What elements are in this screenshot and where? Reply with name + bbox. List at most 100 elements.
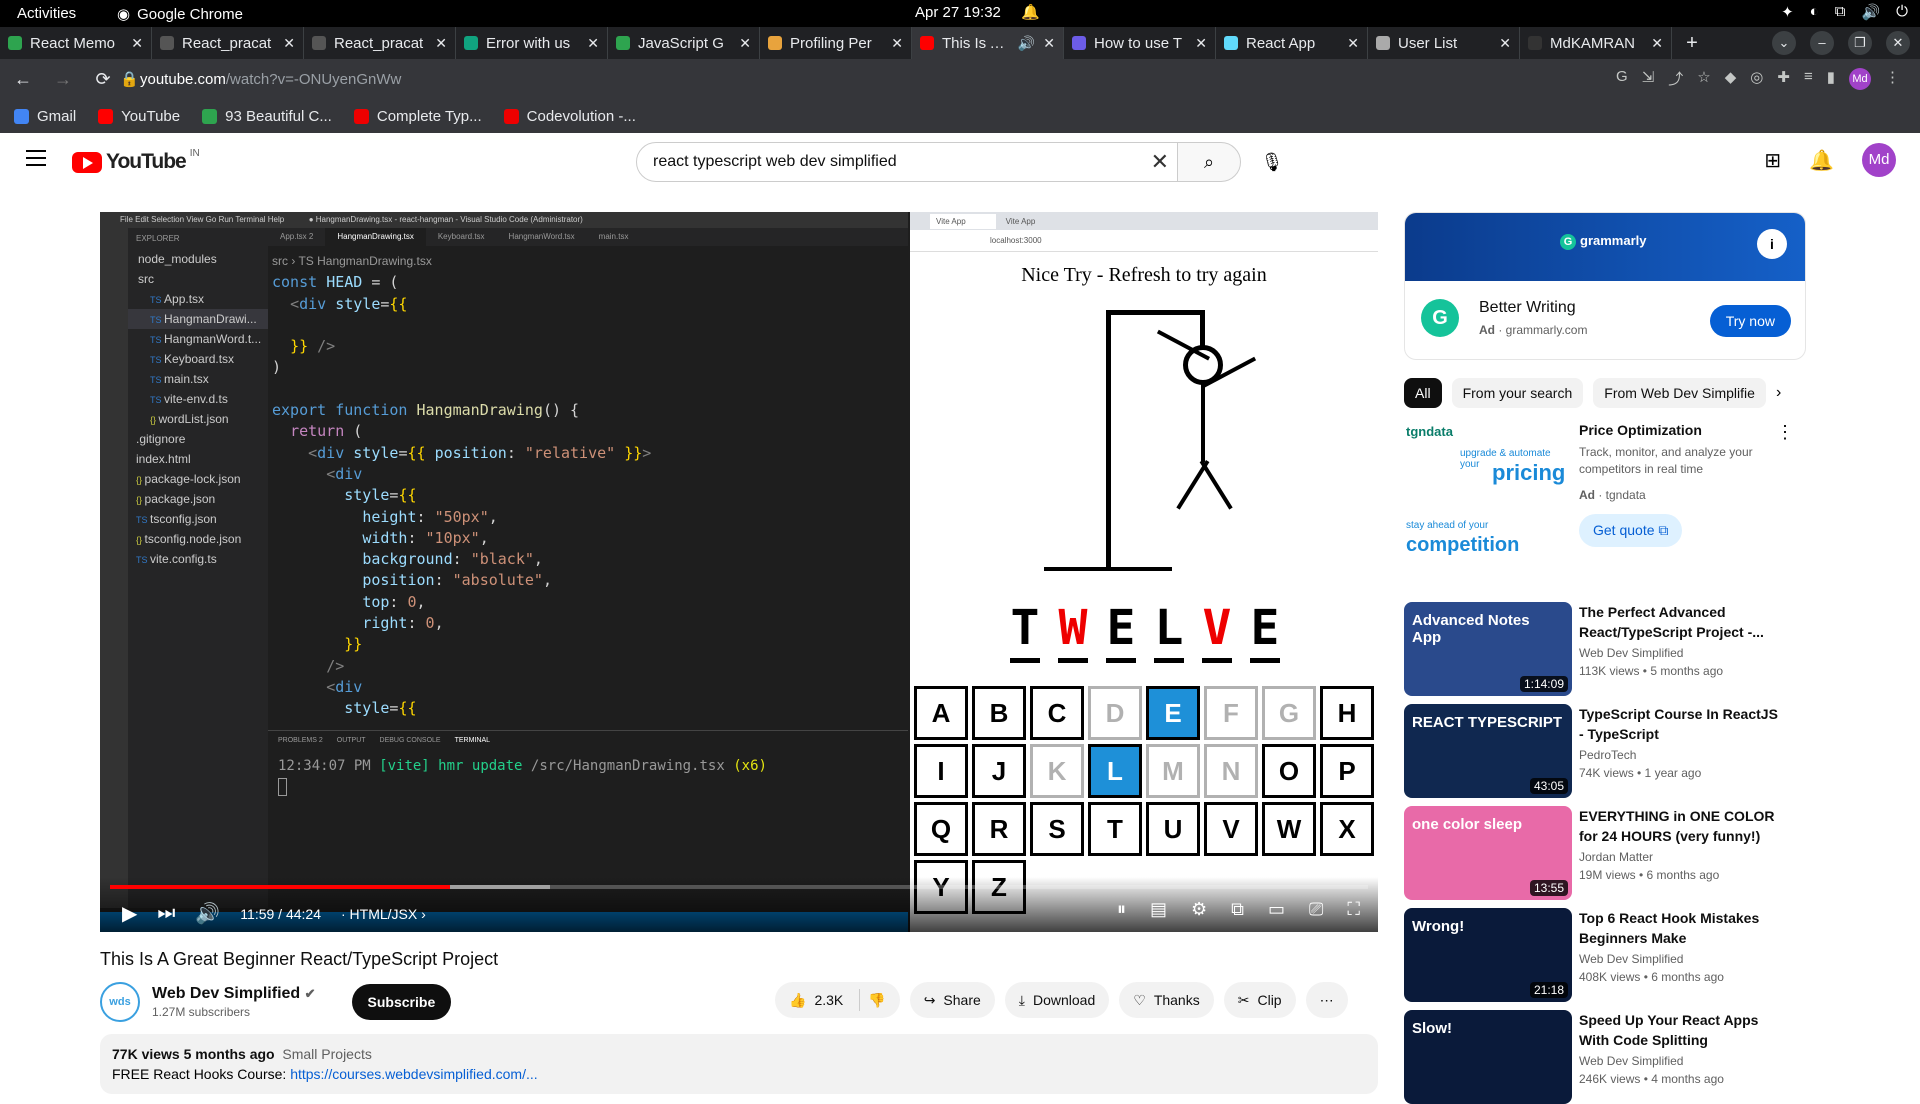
next-icon[interactable]: ⏭	[157, 902, 175, 925]
app-menu[interactable]: ◉ Google Chrome	[117, 5, 243, 24]
filter-chip[interactable]: From your search	[1451, 378, 1584, 408]
minimize-button[interactable]: –	[1810, 31, 1834, 55]
keyboard-key[interactable]: U	[1146, 802, 1200, 856]
video-thumbnail[interactable]: one color sleep 13:55	[1404, 806, 1572, 900]
system-tray[interactable]: ✦ ◐ ⧉ 🔊 ⏻	[1781, 3, 1908, 21]
close-tab-icon[interactable]: ✕	[435, 35, 447, 52]
recommended-video[interactable]: REACT TYPESCRIPT 43:05 TypeScript Course I…	[1404, 704, 1806, 798]
play-icon[interactable]: ▶	[122, 901, 137, 926]
info-icon[interactable]: i	[1757, 229, 1787, 259]
keyboard-key[interactable]: X	[1320, 802, 1374, 856]
bookmark-star-icon[interactable]: ☆	[1697, 68, 1710, 90]
tab-search-icon[interactable]: ⌄	[1772, 31, 1796, 55]
more-options-icon[interactable]: ⋮	[1776, 422, 1794, 443]
bookmark-item[interactable]: Gmail	[14, 108, 76, 125]
extension-icon[interactable]: ◎	[1750, 68, 1763, 90]
close-tab-icon[interactable]: ✕	[131, 35, 143, 52]
filter-chip[interactable]: From Web Dev Simplifie	[1593, 378, 1766, 408]
settings-icon[interactable]: ⚙	[1191, 899, 1207, 920]
close-tab-icon[interactable]: ✕	[1651, 35, 1663, 52]
close-tab-icon[interactable]: ✕	[739, 35, 751, 52]
browser-tab[interactable]: This Is A G 🔊 ✕	[912, 27, 1064, 59]
more-actions-button[interactable]: ⋯	[1305, 982, 1348, 1018]
activities-button[interactable]: Activities	[17, 5, 76, 22]
subtitles-icon[interactable]: ▤	[1150, 899, 1167, 920]
browser-tab[interactable]: User List ✕	[1368, 27, 1520, 59]
keyboard-key[interactable]: B	[972, 686, 1026, 740]
close-tab-icon[interactable]: ✕	[1347, 35, 1359, 52]
subscribe-button[interactable]: Subscribe	[351, 984, 452, 1020]
grammarly-ad[interactable]: Ggrammarly i G Better Writing Ad · gramm…	[1404, 212, 1806, 360]
youtube-logo[interactable]: YouTube IN	[72, 148, 200, 174]
close-tab-icon[interactable]: ✕	[283, 35, 295, 52]
forward-button[interactable]: →	[48, 69, 78, 90]
recommended-video[interactable]: Slow! Speed Up Your React Apps With Code …	[1404, 1010, 1806, 1104]
keyboard-key[interactable]: S	[1030, 802, 1084, 856]
menu-icon[interactable]	[26, 150, 46, 171]
close-tab-icon[interactable]: ✕	[1043, 35, 1055, 52]
thumbs-down-icon[interactable]: 👎	[868, 982, 885, 1018]
restore-button[interactable]: ❐	[1848, 31, 1872, 55]
keyboard-key[interactable]: N	[1204, 744, 1258, 798]
like-button[interactable]: 👍 2.3K 👎	[775, 982, 900, 1018]
video-thumbnail[interactable]: REACT TYPESCRIPT 43:05	[1404, 704, 1572, 798]
try-now-button[interactable]: Try now	[1709, 305, 1791, 337]
keyboard-key[interactable]: I	[914, 744, 968, 798]
install-icon[interactable]: ⇲	[1642, 68, 1655, 90]
filter-chip[interactable]: All	[1404, 378, 1442, 408]
avatar[interactable]: Md	[1862, 143, 1896, 177]
description-box[interactable]: 77K views 5 months ago Small Projects FR…	[100, 1034, 1378, 1094]
get-quote-button[interactable]: Get quote ⧉	[1579, 514, 1683, 547]
chevron-right-icon[interactable]: ›	[1776, 384, 1781, 402]
profile-avatar[interactable]: Md	[1849, 68, 1871, 90]
keyboard-key[interactable]: D	[1088, 686, 1142, 740]
notifications-icon[interactable]: 🔔	[1809, 148, 1834, 173]
recommended-video[interactable]: Advanced Notes App 1:14:09 The Perfect Adv…	[1404, 602, 1806, 696]
puzzle-icon[interactable]: ✚	[1777, 68, 1790, 90]
ad2-title[interactable]: Price Optimization	[1579, 422, 1702, 438]
close-window-button[interactable]: ✕	[1886, 31, 1910, 55]
clock[interactable]: Apr 27 19:32	[915, 4, 1001, 21]
video-tag[interactable]: Small Projects	[282, 1046, 371, 1062]
autoplay-toggle[interactable]: ⏸	[1117, 899, 1126, 920]
cast-icon[interactable]: ⎚	[1309, 899, 1323, 920]
google-icon[interactable]: G	[1616, 68, 1628, 90]
chapter-title[interactable]: · HTML/JSX ›	[341, 906, 426, 922]
sidepanel-icon[interactable]: ▮	[1827, 68, 1835, 90]
download-button[interactable]: ⤓ Download	[1004, 982, 1110, 1018]
keyboard-key[interactable]: F	[1204, 686, 1258, 740]
browser-tab[interactable]: React App ✕	[1216, 27, 1368, 59]
progress-bar[interactable]	[110, 885, 1368, 889]
keyboard-key[interactable]: A	[914, 686, 968, 740]
keyboard-key[interactable]: H	[1320, 686, 1374, 740]
browser-tab[interactable]: Error with us ✕	[456, 27, 608, 59]
keyboard-key[interactable]: O	[1262, 744, 1316, 798]
keyboard-key[interactable]: R	[972, 802, 1026, 856]
miniplayer-icon[interactable]: ⧉	[1231, 899, 1244, 920]
extension-icon[interactable]: ◆	[1725, 68, 1737, 90]
new-tab-button[interactable]: +	[1672, 27, 1712, 59]
browser-tab[interactable]: React_pracat ✕	[304, 27, 456, 59]
thanks-button[interactable]: ♡ Thanks	[1119, 982, 1214, 1018]
share-icon[interactable]: ⤴	[1668, 68, 1683, 90]
keyboard-key[interactable]: V	[1204, 802, 1258, 856]
bookmark-item[interactable]: Codevolution -...	[503, 108, 636, 125]
clear-search-icon[interactable]: ✕	[1151, 143, 1169, 181]
close-tab-icon[interactable]: ✕	[1499, 35, 1511, 52]
keyboard-key[interactable]: E	[1146, 686, 1200, 740]
bookmark-item[interactable]: Complete Typ...	[353, 108, 482, 125]
keyboard-key[interactable]: K	[1030, 744, 1084, 798]
recommended-video[interactable]: Wrong! 21:18 Top 6 React Hook Mistakes Beg…	[1404, 908, 1806, 1002]
keyboard-key[interactable]: J	[972, 744, 1026, 798]
create-video-icon[interactable]: ⊞	[1764, 148, 1781, 173]
volume-icon[interactable]: 🔊	[195, 901, 220, 926]
tgndata-ad[interactable]: tgndata upgrade & automate your pricing …	[1404, 422, 1806, 572]
keyboard-key[interactable]: Q	[914, 802, 968, 856]
keyboard-key[interactable]: C	[1030, 686, 1084, 740]
back-button[interactable]: ←	[8, 69, 38, 90]
share-button[interactable]: ↪ Share	[909, 982, 995, 1018]
keyboard-key[interactable]: G	[1262, 686, 1316, 740]
browser-tab[interactable]: Profiling Per ✕	[760, 27, 912, 59]
theater-icon[interactable]: ▭	[1268, 899, 1285, 920]
browser-tab[interactable]: How to use T ✕	[1064, 27, 1216, 59]
